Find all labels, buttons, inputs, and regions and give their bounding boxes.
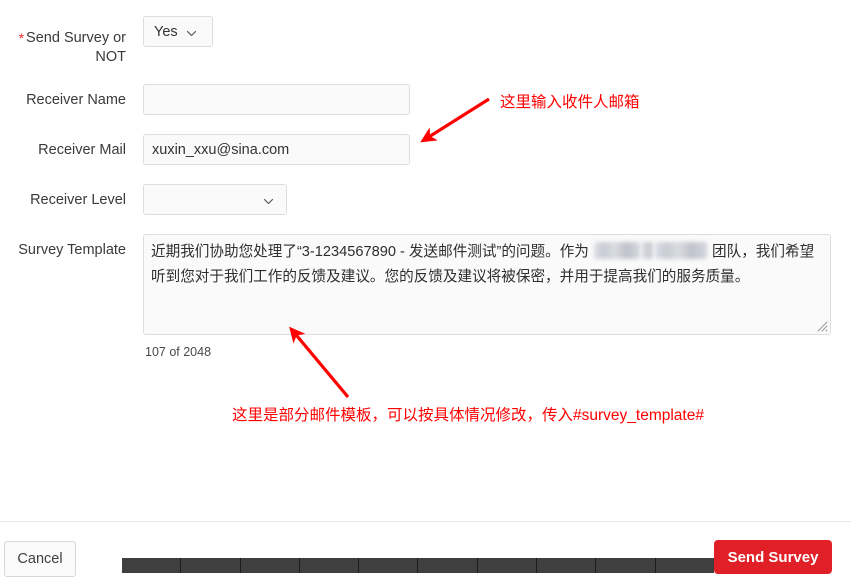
taskbar-cell: [122, 558, 182, 573]
redacted-block: [641, 242, 653, 259]
control-wrap-receiver-level: [143, 184, 287, 215]
send-survey-button[interactable]: Send Survey: [714, 540, 832, 574]
taskbar-cell: [478, 558, 538, 573]
taskbar-cell: [656, 558, 714, 573]
control-wrap-receiver-name: [143, 84, 410, 115]
chevron-down-icon: [186, 28, 197, 39]
survey-template-textarea[interactable]: 近期我们协助您处理了“3-1234567890 - 发送邮件测试”的问题。作为 …: [143, 234, 831, 335]
character-counter: 107 of 2048: [145, 345, 212, 359]
control-wrap-survey-template: 近期我们协助您处理了“3-1234567890 - 发送邮件测试”的问题。作为 …: [143, 234, 831, 335]
annotation-receiver-mail: 这里输入收件人邮箱: [500, 94, 640, 111]
background-taskbar: [122, 558, 714, 573]
control-wrap-send-survey: Yes: [143, 16, 213, 47]
taskbar-cell: [537, 558, 597, 573]
taskbar-cell: [359, 558, 419, 573]
survey-form: * Send Survey or NOT Yes Receiver Name Re…: [0, 0, 851, 522]
taskbar-cell: [300, 558, 360, 573]
receiver-mail-input[interactable]: [143, 134, 410, 165]
select-send-survey-value: Yes: [154, 23, 178, 40]
label-send-survey: * Send Survey or NOT: [0, 29, 126, 67]
label-survey-template: Survey Template: [18, 242, 126, 258]
label-send-survey-text: Send Survey or NOT: [26, 30, 126, 65]
taskbar-cell: [596, 558, 656, 573]
control-wrap-receiver-mail: [143, 134, 410, 165]
select-receiver-level[interactable]: [143, 184, 287, 215]
required-asterisk: *: [18, 30, 25, 46]
chevron-down-icon: [263, 196, 274, 207]
label-receiver-level: Receiver Level: [30, 192, 126, 208]
label-receiver-name: Receiver Name: [26, 92, 126, 108]
footer-divider: [0, 521, 851, 522]
cancel-button[interactable]: Cancel: [4, 541, 76, 577]
receiver-name-input[interactable]: [143, 84, 410, 115]
survey-template-part1: 近期我们协助您处理了“3-1234567890 - 发送邮件测试”的问题。作为: [151, 244, 593, 260]
annotation-survey-template: 这里是部分邮件模板，可以按具体情况修改，传入#survey_template#: [232, 407, 704, 424]
redacted-block: [593, 242, 640, 259]
resize-grip-icon[interactable]: [815, 319, 828, 332]
label-receiver-mail: Receiver Mail: [38, 142, 126, 158]
taskbar-cell: [181, 558, 241, 573]
taskbar-cell: [241, 558, 300, 573]
redacted-block: [654, 242, 707, 259]
survey-template-text: 近期我们协助您处理了“3-1234567890 - 发送邮件测试”的问题。作为 …: [151, 240, 819, 290]
taskbar-cell: [418, 558, 478, 573]
select-send-survey[interactable]: Yes: [143, 16, 213, 47]
